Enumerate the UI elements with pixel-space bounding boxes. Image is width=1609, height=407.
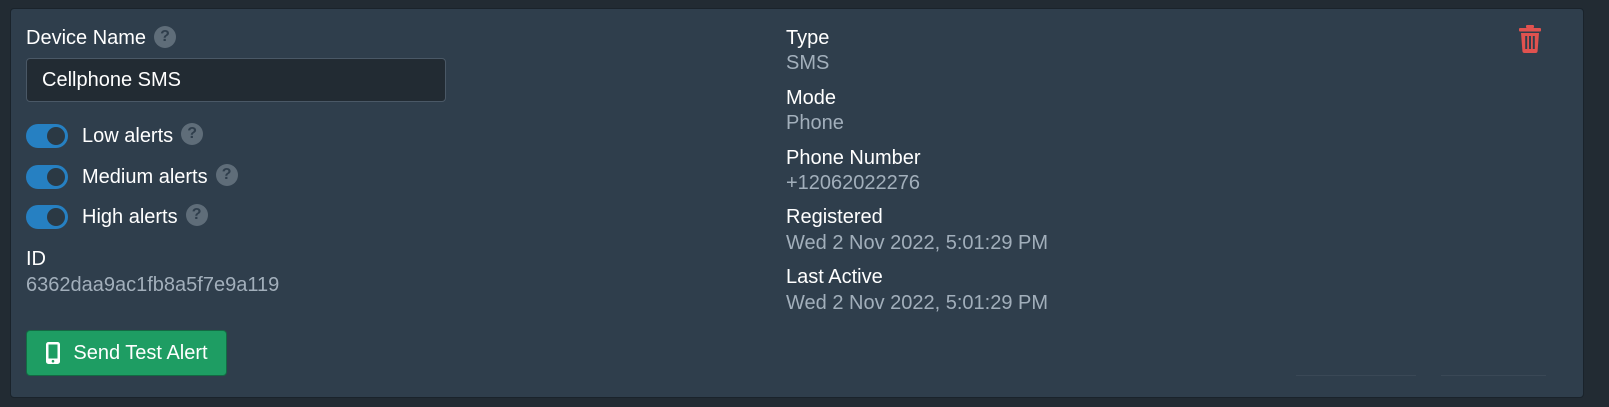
medium-alerts-label: Medium alerts [82, 165, 208, 188]
type-value: SMS [786, 52, 830, 74]
high-alerts-toggle[interactable] [26, 205, 68, 229]
medium-alerts-toggle[interactable] [26, 165, 68, 189]
device-card: Device Name? Low alerts ? Medium alerts … [10, 8, 1584, 398]
low-alerts-row: Low alerts ? [26, 123, 204, 149]
help-icon[interactable]: ? [154, 25, 177, 48]
toggle-knob [47, 208, 65, 226]
phone-number-label: Phone Number [786, 147, 921, 169]
id-label: ID [26, 248, 46, 270]
mobile-phone-icon [46, 342, 61, 364]
device-name-input[interactable] [26, 58, 446, 102]
mode-value: Phone [786, 112, 844, 134]
registered-value: Wed 2 Nov 2022, 5:01:29 PM [786, 232, 1049, 254]
trash-icon[interactable] [1518, 25, 1542, 53]
registered-label: Registered [786, 206, 883, 228]
low-alerts-toggle[interactable] [26, 124, 68, 148]
medium-alerts-row: Medium alerts ? [26, 164, 238, 190]
high-alerts-label: High alerts [82, 205, 178, 228]
divider [1441, 375, 1546, 376]
send-test-alert-label: Send Test Alert [73, 341, 208, 364]
last-active-label: Last Active [786, 266, 883, 288]
send-test-alert-button[interactable]: Send Test Alert [26, 330, 227, 376]
mode-label: Mode [786, 87, 837, 109]
device-name-label-row: Device Name? [26, 25, 177, 50]
divider [1296, 375, 1416, 376]
help-icon[interactable]: ? [181, 123, 204, 145]
last-active-value: Wed 2 Nov 2022, 5:01:29 PM [786, 292, 1049, 314]
toggle-knob [47, 168, 65, 186]
id-value: 6362daa9ac1fb8a5f7e9a119 [26, 274, 280, 296]
help-icon[interactable]: ? [215, 164, 238, 186]
toggle-knob [47, 127, 65, 145]
high-alerts-row: High alerts ? [26, 204, 208, 230]
phone-number-value: +12062022276 [786, 172, 921, 194]
type-label: Type [786, 27, 830, 49]
device-name-label: Device Name [26, 27, 147, 49]
low-alerts-label: Low alerts [82, 124, 174, 147]
help-icon[interactable]: ? [185, 204, 208, 226]
